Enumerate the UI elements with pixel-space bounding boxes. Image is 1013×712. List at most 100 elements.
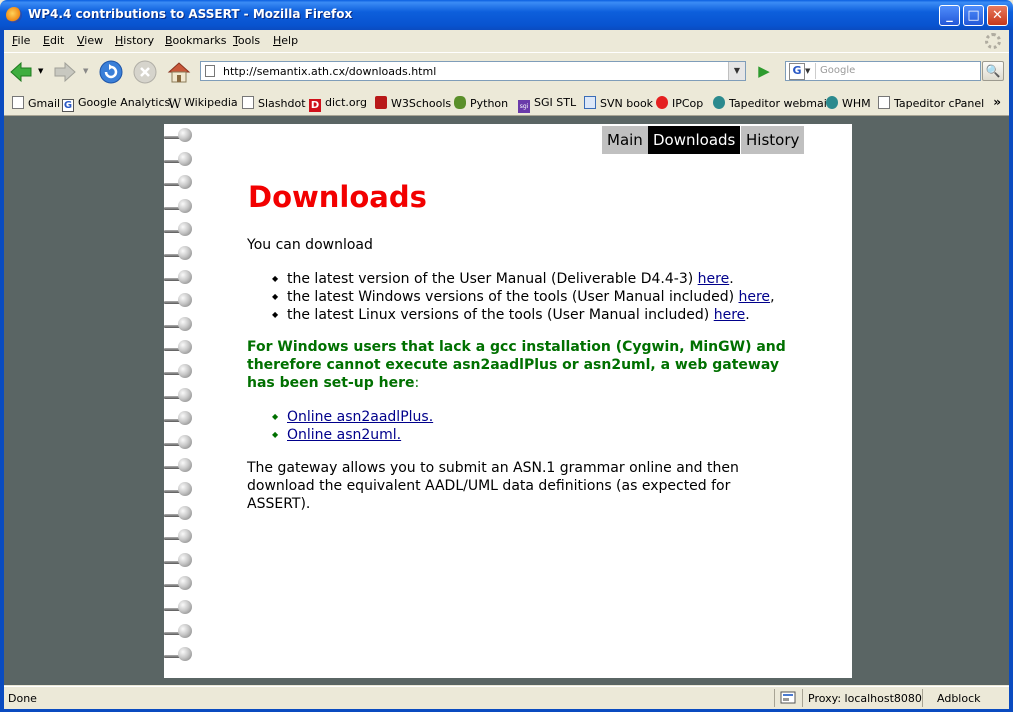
spiral-ring (164, 576, 200, 591)
gateway-note-line: therefore cannot execute asn2aadlPlus or… (247, 357, 779, 373)
spiral-ring (164, 623, 200, 638)
proxy-status[interactable]: Proxy: localhost8080 (808, 692, 922, 705)
bookmark-svn-book[interactable]: SVN book (584, 96, 653, 110)
navigation-toolbar: ▼ ▼ http://semantix.ath.cx/downloads.htm… (4, 52, 1009, 92)
windows-download-link[interactable]: here (739, 289, 771, 305)
google-icon: G (789, 63, 805, 80)
reload-icon[interactable] (98, 59, 124, 85)
chevron-down-icon: ▼ (805, 67, 811, 75)
page-info-icon[interactable] (780, 690, 796, 706)
closing-line: ASSERT). (247, 496, 311, 512)
menu-label: ools (237, 34, 261, 47)
online-asn2uml-link[interactable]: Online asn2uml. (287, 427, 401, 443)
bookmark-google-analytics[interactable]: G Google Analytics (62, 96, 170, 112)
gateway-note-line: has been set-up here (247, 375, 415, 391)
menu-label: iew (84, 34, 104, 47)
url-bar[interactable]: http://semantix.ath.cx/downloads.html ▼ (200, 61, 746, 81)
tab-history[interactable]: History (741, 126, 805, 154)
linux-download-link[interactable]: here (714, 307, 746, 323)
spiral-ring (164, 293, 200, 308)
bookmarks-overflow-icon[interactable]: » (993, 95, 1001, 109)
page-title: Downloads (248, 180, 427, 214)
search-input[interactable]: Google (820, 65, 855, 76)
bookmark-label: Python (470, 97, 509, 110)
spiral-ring (164, 151, 200, 166)
closing-line: The gateway allows you to submit an ASN.… (247, 460, 739, 476)
page-icon (878, 96, 890, 109)
search-engine-selector[interactable]: G ▼ (787, 63, 816, 80)
intro-text: You can download (247, 237, 373, 253)
search-box[interactable]: G ▼ Google (785, 61, 981, 81)
close-button[interactable]: ✕ (987, 5, 1008, 26)
search-button[interactable]: 🔍 (982, 61, 1004, 81)
bookmark-w3schools[interactable]: W3Schools (375, 96, 451, 110)
status-text: Done (8, 692, 37, 705)
bookmark-whm[interactable]: WHM (826, 96, 871, 110)
spiral-ring (164, 552, 200, 567)
spiral-ring (164, 529, 200, 544)
list-item-punct: . (745, 307, 750, 323)
bookmark-label: Wikipedia (184, 96, 238, 109)
list-item-text: the latest version of the User Manual (D… (287, 271, 698, 287)
spiral-ring (164, 316, 200, 331)
gateway-note-colon: : (414, 375, 420, 391)
spiral-ring (164, 222, 200, 237)
forward-icon[interactable] (52, 59, 78, 85)
menu-edit[interactable]: Edit (43, 34, 64, 47)
online-asn2aadlplus-link[interactable]: Online asn2aadlPlus. (287, 409, 433, 425)
list-item-text: the latest Linux versions of the tools (… (287, 307, 714, 323)
gateway-note-line: For Windows users that lack a gcc instal… (247, 339, 786, 355)
back-history-dropdown-icon[interactable]: ▼ (38, 67, 43, 75)
menu-label: istory (123, 34, 155, 47)
adblock-status[interactable]: Adblock (937, 692, 981, 705)
w3schools-icon (375, 96, 387, 109)
throbber-icon (985, 33, 1001, 49)
bookmark-dict[interactable]: Ddict.org (309, 96, 367, 112)
url-dropdown-icon[interactable]: ▼ (728, 62, 745, 80)
menu-history[interactable]: History (115, 34, 154, 47)
bookmark-label: Slashdot (258, 97, 306, 110)
list-item: Online asn2uml. (272, 426, 433, 444)
menu-help[interactable]: Help (273, 34, 298, 47)
manual-download-link[interactable]: here (698, 271, 730, 287)
stop-icon[interactable] (132, 59, 158, 85)
menu-label: elp (281, 34, 299, 47)
python-icon (454, 96, 466, 109)
bookmark-wikipedia[interactable]: W Wikipedia (168, 96, 238, 111)
minimize-button[interactable]: _ (939, 5, 960, 26)
bookmark-gmail[interactable]: Gmail (12, 96, 60, 110)
maximize-icon: □ (967, 8, 980, 23)
status-divider (922, 689, 923, 707)
bookmark-python[interactable]: Python (454, 96, 508, 110)
list-item-punct: . (729, 271, 734, 287)
tab-main[interactable]: Main (602, 126, 648, 154)
maximize-button[interactable]: □ (963, 5, 984, 26)
spiral-ring (164, 175, 200, 190)
spiral-ring (164, 246, 200, 260)
tab-downloads[interactable]: Downloads (648, 126, 741, 154)
bookmark-tapeditor-webmail[interactable]: Tapeditor webmail (713, 96, 830, 110)
bookmark-ipcop[interactable]: IPCop (656, 96, 703, 110)
bookmark-label: Gmail (28, 97, 61, 110)
menu-bookmarks[interactable]: Bookmarks (165, 34, 226, 47)
spiral-ring (164, 600, 200, 614)
go-icon[interactable]: ▶ (754, 62, 774, 80)
bookmark-sgi-stl[interactable]: sgi SGI STL (518, 96, 576, 113)
spiral-ring (164, 128, 200, 142)
menu-view[interactable]: View (77, 34, 103, 47)
spiral-ring (164, 505, 200, 520)
forward-history-dropdown-icon[interactable]: ▼ (83, 67, 88, 75)
home-icon[interactable] (166, 59, 192, 85)
bookmark-slashdot[interactable]: Slashdot (242, 96, 306, 110)
bookmark-label: Tapeditor webmail (729, 97, 830, 110)
menu-file[interactable]: File (12, 34, 30, 47)
bookmark-label: Tapeditor cPanel (894, 97, 985, 110)
bookmark-label: Google Analytics (78, 96, 171, 109)
bookmark-tapeditor-cpanel[interactable]: Tapeditor cPanel (878, 96, 984, 110)
menu-tools[interactable]: Tools (233, 34, 260, 47)
bookmark-label: SGI STL (534, 96, 577, 109)
spiral-ring (164, 364, 200, 378)
url-input[interactable]: http://semantix.ath.cx/downloads.html (223, 65, 436, 78)
list-item-punct: , (770, 289, 775, 305)
back-icon[interactable] (8, 59, 34, 85)
